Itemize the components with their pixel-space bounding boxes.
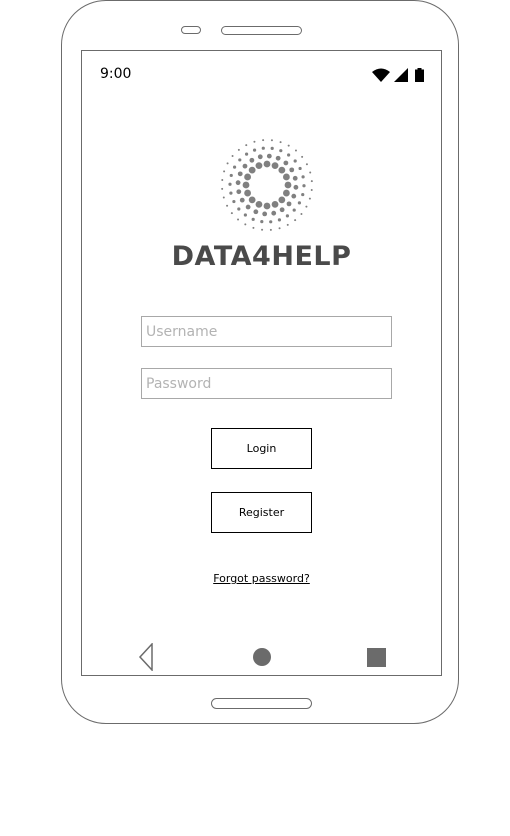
app-brand-name: DATA4HELP bbox=[171, 241, 352, 272]
status-icons bbox=[372, 68, 428, 82]
battery-icon bbox=[415, 68, 424, 82]
home-circle-icon[interactable] bbox=[253, 648, 271, 666]
username-input[interactable] bbox=[141, 316, 392, 347]
forgot-password-link[interactable]: Forgot password? bbox=[82, 572, 441, 585]
wifi-icon bbox=[372, 68, 390, 82]
recents-square-icon[interactable] bbox=[367, 648, 386, 667]
earpiece-speaker bbox=[221, 26, 302, 35]
login-button-label: Login bbox=[246, 442, 277, 455]
register-button-label: Register bbox=[238, 506, 285, 519]
status-time: 9:00 bbox=[100, 66, 132, 82]
app-logo-icon bbox=[221, 139, 313, 231]
password-input[interactable] bbox=[141, 368, 392, 399]
register-button[interactable]: Register bbox=[211, 492, 312, 533]
phone-screen: 9:00 DATA4HELP Login Register Forgot pas… bbox=[81, 50, 442, 676]
phone-frame: 9:00 DATA4HELP Login Register Forgot pas… bbox=[61, 0, 459, 724]
front-camera bbox=[181, 26, 201, 34]
signal-icon bbox=[394, 68, 408, 82]
login-button[interactable]: Login bbox=[211, 428, 312, 469]
hardware-home-button[interactable] bbox=[211, 698, 312, 709]
back-triangle-icon[interactable] bbox=[138, 643, 154, 671]
